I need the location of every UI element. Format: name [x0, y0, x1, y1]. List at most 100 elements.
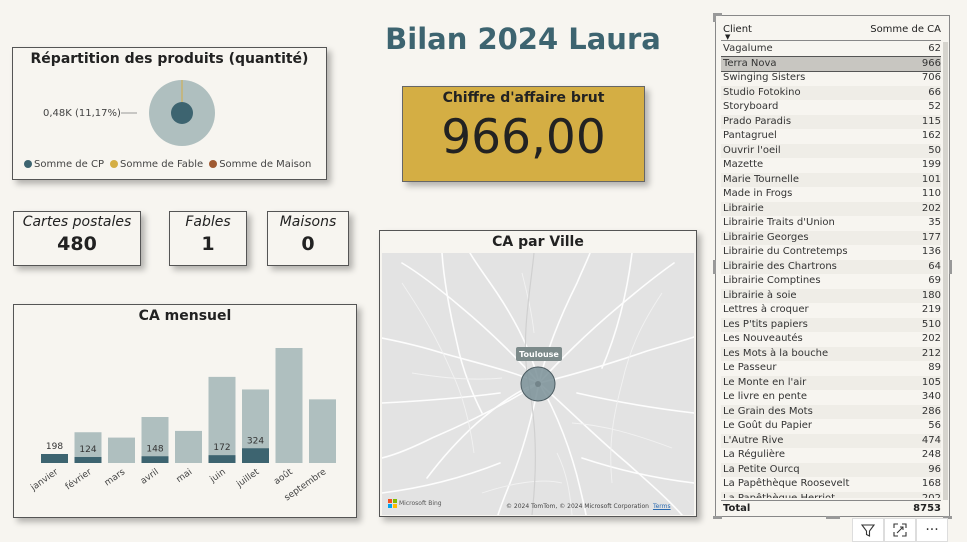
row-ca: 115: [921, 115, 941, 127]
table-row[interactable]: Pantagruel 162: [721, 129, 941, 144]
table-row[interactable]: Vagalume 62: [721, 42, 941, 57]
bar-total-août[interactable]: [275, 348, 303, 463]
map-card[interactable]: CA par Ville Toulouse Microsoft Bing © 2…: [379, 230, 697, 517]
bar-total-avril[interactable]: [141, 417, 169, 463]
table-row[interactable]: La Papêthèque Herriot 202: [721, 491, 941, 499]
resize-handle-left[interactable]: [713, 260, 716, 274]
legend-item-cp[interactable]: Somme de CP: [24, 159, 104, 170]
table-row[interactable]: Librairie 202: [721, 201, 941, 216]
data-label-janvier: 198: [46, 442, 63, 452]
row-client: Ouvrir l'oeil: [723, 144, 781, 156]
row-client: Mazette: [723, 159, 764, 170]
table-row[interactable]: Terra Nova 966: [721, 55, 941, 72]
row-ca: 101: [921, 173, 941, 185]
map-terms-link[interactable]: Terms: [653, 503, 671, 510]
table-scrollbar[interactable]: [943, 42, 948, 500]
bar-cp-février[interactable]: [74, 457, 102, 463]
row-client: Storyboard: [723, 101, 779, 112]
kpi-maisons-value: 0: [301, 233, 315, 255]
resize-handle-top-left-v[interactable]: [713, 13, 716, 22]
pie-chart-card[interactable]: Répartition des produits (quantité) 0,48…: [12, 47, 327, 180]
sort-arrow-icon[interactable]: ▼: [725, 33, 730, 41]
map-copyright: © 2024 TomTom, © 2024 Microsoft Corporat…: [506, 503, 671, 510]
table-row[interactable]: Ouvrir l'oeil 50: [721, 143, 941, 158]
kpi-fables-label: Fables: [185, 214, 231, 230]
table-row[interactable]: Swinging Sisters 706: [721, 71, 941, 86]
table-row[interactable]: Le Passeur 89: [721, 361, 941, 376]
table-row[interactable]: Studio Fotokino 66: [721, 85, 941, 100]
table-row[interactable]: Librairie Georges 177: [721, 230, 941, 245]
kpi-cartes-postales[interactable]: Cartes postales 480: [13, 211, 141, 266]
bar-cp-janvier[interactable]: [41, 453, 68, 463]
ca-brut-label: Chiffre d'affaire brut: [442, 90, 605, 106]
table-row[interactable]: Librairie Comptines 69: [721, 274, 941, 289]
row-client: Le Passeur: [723, 362, 777, 373]
row-client: Librairie Traits d'Union: [723, 217, 835, 228]
table-row[interactable]: L'Autre Rive 474: [721, 433, 941, 448]
row-ca: 248: [921, 449, 941, 460]
legend-label-maison: Somme de Maison: [219, 159, 312, 170]
more-options-icon[interactable]: ···: [916, 518, 948, 542]
table-row[interactable]: Librairie du Contretemps 136: [721, 245, 941, 260]
row-client: Le Goût du Papier: [723, 420, 812, 431]
row-ca: 202: [921, 333, 941, 344]
row-ca: 199: [921, 159, 941, 170]
table-row[interactable]: Made in Frogs 110: [721, 187, 941, 202]
legend-item-fable[interactable]: Somme de Fable: [109, 159, 203, 170]
table-row[interactable]: Mazette 199: [721, 158, 941, 173]
bar-total-septembre[interactable]: [309, 399, 336, 463]
table-header: Client ▼ Somme de CA: [721, 21, 941, 41]
table-row[interactable]: La Régulière 248: [721, 448, 941, 463]
table-row[interactable]: Le Monte en l'air 105: [721, 375, 941, 390]
ca-brut-card[interactable]: Chiffre d'affaire brut 966,00: [402, 86, 645, 182]
table-row[interactable]: Le livre en pente 340: [721, 390, 941, 405]
row-ca: 510: [921, 318, 941, 330]
table-row[interactable]: Librairie Traits d'Union 35: [721, 216, 941, 231]
row-ca: 219: [921, 304, 941, 315]
row-client: Librairie: [723, 202, 764, 214]
bar-cp-juin[interactable]: [208, 455, 236, 463]
row-client: La Papêthèque Herriot: [723, 492, 836, 499]
bar-total-mai[interactable]: [175, 430, 202, 463]
table-row[interactable]: La Petite Ourcq 96: [721, 462, 941, 477]
column-header-ca[interactable]: Somme de CA: [870, 24, 941, 35]
x-tick-août: août: [272, 467, 295, 487]
resize-handle-right[interactable]: [949, 260, 952, 274]
kpi-maisons[interactable]: Maisons 0: [267, 211, 349, 266]
map-canvas[interactable]: Toulouse: [382, 253, 694, 515]
focus-mode-icon[interactable]: [884, 518, 916, 542]
scrollbar-thumb[interactable]: [943, 42, 948, 500]
ca-brut-value: 966,00: [441, 110, 606, 165]
bar-cp-avril[interactable]: [141, 456, 169, 463]
ca-mensuel-card[interactable]: CA mensuel 198 janvier 124 février mars 148 av…: [13, 304, 357, 518]
client-table[interactable]: Client ▼ Somme de CA Vagalume 62 Terra Nov…: [713, 13, 952, 519]
table-row[interactable]: Storyboard 52: [721, 100, 941, 115]
table-row[interactable]: Le Goût du Papier 56: [721, 419, 941, 434]
table-row[interactable]: Prado Paradis 115: [721, 114, 941, 129]
legend-item-maison[interactable]: Somme de Maison: [209, 159, 311, 170]
bar-cp-juillet[interactable]: [242, 448, 269, 463]
row-client: Librairie Georges: [723, 231, 809, 243]
resize-handle-bottom-left[interactable]: [713, 516, 722, 519]
bar-total-mars[interactable]: [108, 437, 135, 463]
table-row[interactable]: Les Mots à la bouche 212: [721, 346, 941, 361]
row-client: La Régulière: [723, 449, 785, 460]
kpi-fables[interactable]: Fables 1: [169, 211, 247, 266]
row-client: Le Grain des Mots: [723, 405, 813, 417]
table-row[interactable]: Marie Tournelle 101: [721, 172, 941, 187]
table-row[interactable]: Librairie à soie 180: [721, 288, 941, 303]
legend-dot-fable: [109, 160, 118, 168]
filter-icon[interactable]: [852, 518, 884, 542]
table-row[interactable]: Le Grain des Mots 286: [721, 404, 941, 419]
x-tick-juin: juin: [208, 467, 228, 485]
row-client: Librairie Comptines: [723, 275, 821, 286]
row-client: Le Monte en l'air: [723, 376, 807, 388]
table-row[interactable]: Lettres à croquer 219: [721, 303, 941, 318]
resize-handle-bottom[interactable]: [826, 516, 840, 519]
table-row[interactable]: La Papêthèque Roosevelt 168: [721, 477, 941, 492]
table-row[interactable]: Les P'tits papiers 510: [721, 317, 941, 332]
row-client: Vagalume: [723, 43, 773, 54]
table-body[interactable]: Vagalume 62 Terra Nova 966 Swinging Sisters 7…: [721, 42, 941, 498]
table-row[interactable]: Les Nouveautés 202: [721, 332, 941, 347]
table-row[interactable]: Librairie des Chartrons 64: [721, 259, 941, 274]
